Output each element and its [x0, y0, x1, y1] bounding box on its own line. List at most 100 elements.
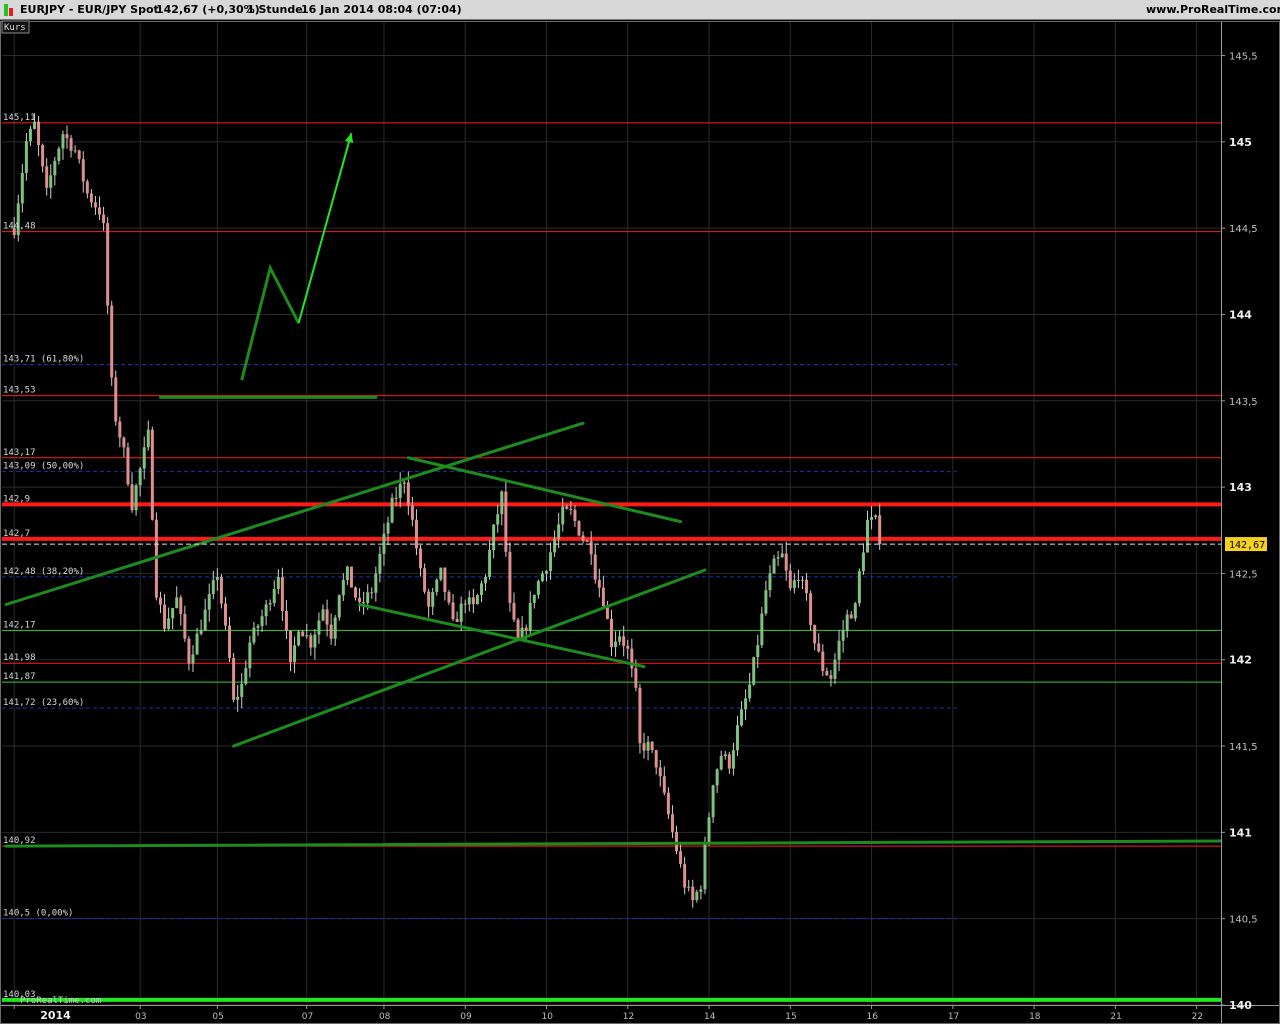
candle-body — [788, 570, 792, 589]
panel-label: Kurs — [4, 23, 26, 33]
candle-body — [581, 535, 585, 541]
candle-body — [329, 624, 333, 639]
candle-body — [443, 567, 447, 593]
candle-body — [167, 618, 171, 629]
candle-body — [577, 521, 581, 536]
candle-body — [20, 172, 24, 204]
candle-body — [532, 594, 536, 603]
projection-path — [240, 263, 300, 381]
candle-body — [528, 602, 532, 632]
candle-body — [679, 851, 683, 865]
level-label: 140,92 — [3, 836, 36, 846]
candle-body — [634, 668, 638, 688]
candle-body — [73, 150, 77, 152]
candle-body — [49, 175, 53, 188]
candle-body — [284, 610, 288, 631]
level-label: 142,7 — [3, 529, 30, 539]
candle-body — [98, 207, 102, 215]
candle-body — [549, 552, 553, 572]
candle-body — [723, 754, 727, 757]
candle-body — [69, 138, 73, 151]
time-tick-label: 14 — [704, 1012, 716, 1022]
candle-body — [654, 750, 658, 768]
candle-body — [309, 635, 313, 648]
candle-body — [796, 580, 800, 582]
candle-body — [870, 517, 874, 520]
candle-body — [398, 483, 402, 498]
watermark: ProRealTime.com — [20, 996, 101, 1006]
candle-body — [158, 597, 162, 605]
price-tick-label: 142 — [1229, 654, 1252, 667]
candle-body — [276, 577, 280, 590]
level-label: 141,87 — [3, 672, 36, 682]
candle-body — [626, 645, 630, 649]
candle-body — [561, 506, 565, 525]
candle-body — [748, 684, 752, 699]
candle-body — [699, 889, 703, 892]
candle-body — [614, 641, 618, 647]
candle-body — [504, 491, 508, 552]
candle-body — [707, 817, 711, 845]
candle-body — [337, 595, 341, 618]
level-label: 143,71 (61,80%) — [3, 355, 84, 365]
trend-line[interactable] — [406, 456, 683, 524]
candle-body — [646, 741, 650, 751]
candle-body — [569, 508, 573, 510]
candle-body — [479, 583, 483, 596]
candle-body — [366, 592, 370, 604]
candle-body — [719, 756, 723, 770]
level-label: 142,17 — [3, 620, 36, 630]
candle-body — [475, 595, 479, 605]
time-tick-label: 08 — [379, 1012, 391, 1022]
candle-body — [248, 642, 252, 669]
candle-body — [175, 597, 179, 609]
candle-body — [256, 625, 260, 628]
price-tick-label: 140,5 — [1229, 915, 1258, 926]
candle-body — [488, 550, 492, 577]
time-tick-label: 18 — [1029, 1012, 1041, 1022]
candle-body — [293, 645, 297, 663]
candle-body — [427, 591, 431, 607]
candle-body — [813, 625, 817, 644]
candle-body — [662, 776, 666, 793]
time-tick-label: 05 — [212, 1012, 223, 1022]
time-tick-label: 12 — [623, 1012, 634, 1022]
candle-body — [228, 625, 232, 659]
candle-body — [195, 633, 199, 655]
candle-body — [37, 121, 41, 146]
candle-body — [784, 553, 788, 571]
candle-body — [130, 484, 134, 511]
candle-body — [419, 548, 423, 569]
candle-body — [471, 597, 475, 605]
candle-body — [171, 608, 175, 619]
price-tick-label: 144,5 — [1229, 224, 1258, 235]
candle-body — [666, 792, 670, 815]
candle-body — [516, 619, 520, 640]
candle-body — [853, 603, 857, 619]
candle-body — [325, 609, 329, 625]
trend-line[interactable] — [358, 602, 646, 669]
candle-body — [459, 603, 463, 622]
candle-body — [467, 597, 471, 605]
candle-body — [28, 128, 32, 142]
price-tick-label: 144 — [1229, 308, 1252, 321]
candle-body — [735, 725, 739, 751]
trend-line[interactable] — [4, 421, 585, 606]
candle-body — [731, 750, 735, 769]
candle-body — [390, 497, 394, 523]
candle-body — [122, 437, 126, 448]
candle-body — [110, 305, 114, 378]
candle-body — [837, 640, 841, 660]
candle-body — [41, 145, 45, 167]
time-tick-label: 21 — [1110, 1012, 1121, 1022]
candle-body — [536, 581, 540, 595]
candle-body — [593, 554, 597, 580]
candle-body — [841, 630, 845, 641]
candle-body — [106, 223, 110, 306]
price-chart[interactable]: 145,11 144,48 143,71 (61,80%) 143,53 143,17 1… — [0, 0, 1280, 1024]
candle-body — [85, 181, 89, 194]
chart-frame — [0, 21, 1280, 1024]
chart-window: EURJPY - EUR/JPY Spot 142,67 (+0,30%) 1 … — [0, 0, 1280, 1024]
trend-line[interactable] — [4, 839, 1223, 848]
candle-body — [687, 886, 691, 888]
